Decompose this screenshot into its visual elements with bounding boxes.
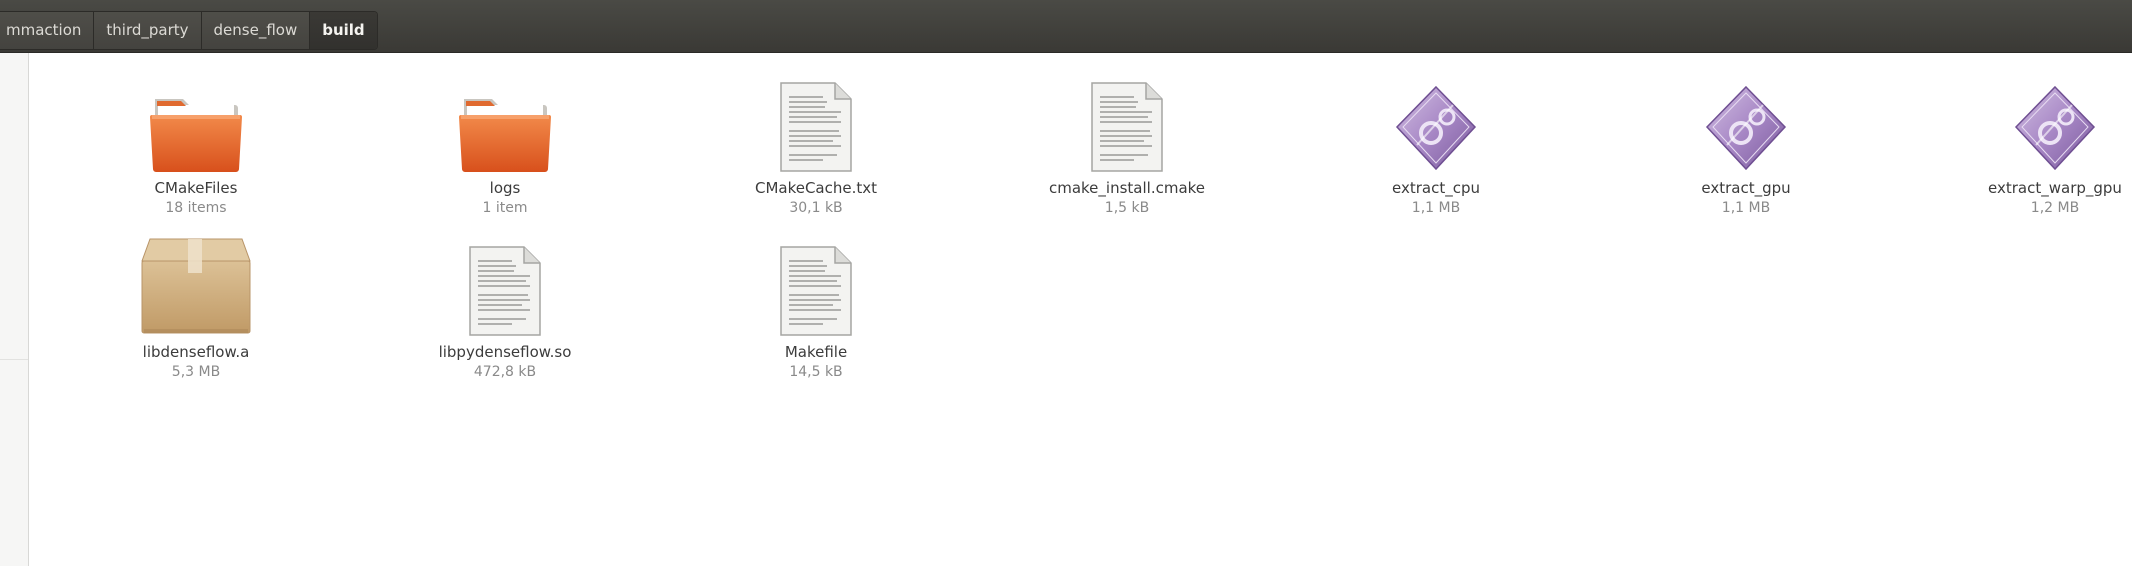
- breadcrumb-third-party[interactable]: third_party: [94, 12, 202, 49]
- file-meta: 1,1 MB: [1411, 200, 1461, 216]
- file-meta: 14,5 kB: [789, 364, 843, 380]
- file-item-libdenseflow-a[interactable]: libdenseflow.a 5,3 MB: [96, 237, 296, 380]
- file-name: Makefile: [784, 343, 848, 361]
- executable-icon: [1336, 67, 1536, 173]
- file-name: extract_warp_gpu: [1988, 179, 2122, 197]
- text-file-icon: [1027, 65, 1227, 173]
- text-file-icon: [716, 65, 916, 173]
- archive-package-icon: [96, 237, 296, 337]
- sidebar-divider: [0, 359, 28, 360]
- folder-icon: [96, 73, 296, 173]
- breadcrumb-dense-flow[interactable]: dense_flow: [202, 12, 311, 49]
- text-file-icon: [405, 229, 605, 337]
- file-meta: 1,2 MB: [2030, 200, 2080, 216]
- file-name: CMakeCache.txt: [754, 179, 878, 197]
- file-name: libdenseflow.a: [142, 343, 250, 361]
- file-meta: 1 item: [482, 200, 528, 216]
- file-meta: 472,8 kB: [473, 364, 537, 380]
- file-name: CMakeFiles: [154, 179, 238, 197]
- breadcrumb-build[interactable]: build: [310, 12, 377, 49]
- file-meta: 5,3 MB: [171, 364, 221, 380]
- file-name: libpydenseflow.so: [438, 343, 572, 361]
- file-item-cmakecache-txt[interactable]: CMakeCache.txt 30,1 kB: [716, 65, 916, 216]
- file-item-cmake-install-cmake[interactable]: cmake_install.cmake 1,5 kB: [1027, 65, 1227, 216]
- file-item-cmakefiles[interactable]: CMakeFiles 18 items: [96, 73, 296, 216]
- file-item-extract-cpu[interactable]: extract_cpu 1,1 MB: [1336, 67, 1536, 216]
- file-grid: CMakeFiles 18 items logs 1 item CMakeCac…: [29, 53, 2132, 566]
- file-item-logs[interactable]: logs 1 item: [405, 73, 605, 216]
- file-item-libpydenseflow-so[interactable]: libpydenseflow.so 472,8 kB: [405, 229, 605, 380]
- file-item-extract-warp-gpu[interactable]: extract_warp_gpu 1,2 MB: [1955, 67, 2132, 216]
- executable-icon: [1955, 67, 2132, 173]
- file-name: cmake_install.cmake: [1048, 179, 1206, 197]
- breadcrumb-mmaction[interactable]: mmaction: [0, 12, 95, 49]
- file-meta: 30,1 kB: [789, 200, 843, 216]
- folder-icon: [405, 73, 605, 173]
- text-file-icon: [716, 229, 916, 337]
- file-name: extract_cpu: [1392, 179, 1480, 197]
- file-name: extract_gpu: [1701, 179, 1791, 197]
- path-bar: mmaction third_party dense_flow build: [0, 0, 2132, 53]
- file-meta: 18 items: [165, 200, 227, 216]
- file-item-makefile[interactable]: Makefile 14,5 kB: [716, 229, 916, 380]
- file-name: logs: [489, 179, 521, 197]
- file-meta: 1,5 kB: [1104, 200, 1150, 216]
- breadcrumb: mmaction third_party dense_flow build: [0, 11, 378, 50]
- executable-icon: [1646, 67, 1846, 173]
- sidebar: [0, 53, 29, 566]
- file-item-extract-gpu[interactable]: extract_gpu 1,1 MB: [1646, 67, 1846, 216]
- file-meta: 1,1 MB: [1721, 200, 1771, 216]
